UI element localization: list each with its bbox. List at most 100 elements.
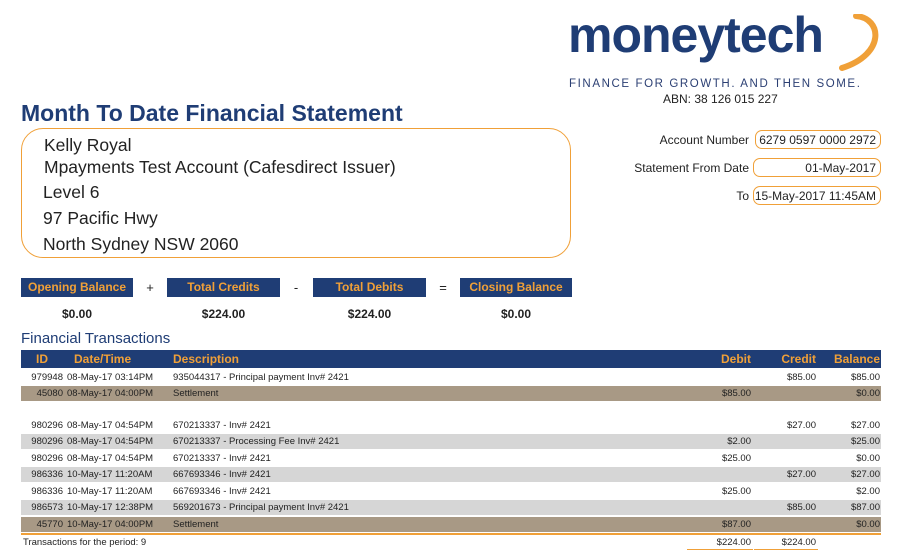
total-debits-label: Total Debits [313, 278, 426, 297]
row-debit: $2.00 [727, 436, 751, 447]
row-balance: $27.00 [850, 469, 880, 480]
row-credit [741, 451, 816, 466]
address-line-1: Level 6 [43, 182, 100, 202]
row-datetime: 08-May-17 04:54PM [67, 453, 154, 464]
debit-total-underline [687, 549, 753, 550]
row-datetime: 08-May-17 03:14PM [67, 372, 154, 383]
row-description: 569201673 - Principal payment Inv# 2421 [173, 502, 349, 513]
row-description: Settlement [173, 519, 219, 530]
table-row: 980296 08-May-17 04:54PM 670213337 - Proce… [21, 434, 881, 449]
row-description: 670213337 - Inv# 2421 [173, 453, 271, 464]
row-datetime: 10-May-17 12:38PM [67, 502, 154, 513]
header-credit: Credit [781, 352, 816, 366]
row-description: 670213337 - Inv# 2421 [173, 420, 271, 431]
closing-balance-label: Closing Balance [460, 278, 572, 297]
customer-name: Kelly Royal [44, 135, 132, 155]
brand-tagline: FINANCE FOR GROWTH. AND THEN SOME. [569, 78, 862, 90]
row-id: 980296 [31, 436, 63, 447]
row-id: 986336 [31, 469, 63, 480]
row-id: 979948 [31, 372, 63, 383]
row-balance: $25.00 [850, 436, 880, 447]
address-line-3: North Sydney NSW 2060 [43, 234, 239, 254]
row-description: 935044317 - Principal payment Inv# 2421 [173, 372, 349, 383]
row-credit: $85.00 [786, 502, 816, 513]
header-debit: Debit [721, 352, 751, 366]
table-header: ID Date/Time Description Debit Credit Ba… [21, 350, 881, 368]
row-balance: $27.00 [850, 420, 880, 431]
row-debit [671, 370, 751, 385]
plus-sign: + [146, 280, 154, 295]
row-datetime: 10-May-17 04:00PM [67, 519, 154, 530]
total-debits-value: $224.00 [347, 307, 392, 321]
row-datetime: 10-May-17 11:20AM [67, 469, 153, 480]
table-row: 986336 10-May-17 11:20AM 667693346 - Inv# … [21, 484, 881, 499]
row-credit [741, 386, 816, 401]
row-balance: $0.00 [856, 453, 880, 464]
credit-total-underline [754, 549, 818, 550]
total-credits-value: $224.00 [201, 307, 246, 321]
minus-sign: - [293, 280, 299, 295]
address-line-2: 97 Pacific Hwy [43, 208, 158, 228]
row-description: 667693346 - Inv# 2421 [173, 469, 271, 480]
row-credit: $27.00 [786, 420, 816, 431]
table-row: 986573 10-May-17 12:38PM 569201673 - Princ… [21, 500, 881, 515]
row-datetime: 08-May-17 04:54PM [67, 436, 154, 447]
row-credit [741, 517, 816, 532]
table-row: 980296 08-May-17 04:54PM 670213337 - Inv# … [21, 451, 881, 466]
statement-from-label: Statement From Date [634, 161, 749, 175]
statement-from-field: 01-May-2017 [753, 158, 881, 177]
account-number-field: 6279 0597 0000 2972 [755, 130, 881, 149]
table-row: 986336 10-May-17 11:20AM 667693346 - Inv# … [21, 467, 881, 482]
row-debit: $87.00 [721, 519, 751, 530]
opening-balance-value: $0.00 [61, 307, 93, 321]
row-debit [671, 467, 751, 482]
account-number-label: Account Number [659, 133, 749, 147]
row-description: 670213337 - Processing Fee Inv# 2421 [173, 436, 340, 447]
row-id: 980296 [31, 453, 63, 464]
row-balance: $0.00 [856, 519, 880, 530]
statement-to-field: 15-May-2017 11:45AM [753, 186, 881, 205]
row-balance: $0.00 [856, 388, 880, 399]
row-id: 45770 [36, 519, 63, 530]
row-id: 980296 [31, 420, 63, 431]
table-bottom-rule [21, 533, 881, 535]
total-credits-label: Total Credits [167, 278, 280, 297]
row-credit [741, 434, 816, 449]
row-id: 986573 [31, 502, 63, 513]
row-description: Settlement [173, 388, 219, 399]
transactions-title: Financial Transactions [21, 330, 171, 347]
closing-balance-value: $0.00 [500, 307, 532, 321]
row-debit: $25.00 [721, 486, 751, 497]
statement-to-label: To [736, 189, 749, 203]
header-balance: Balance [833, 352, 880, 366]
row-credit [741, 484, 816, 499]
header-description: Description [173, 352, 240, 366]
header-id: ID [36, 352, 48, 366]
table-row: 45080 08-May-17 04:00PM Settlement $85.00 $0… [21, 386, 881, 401]
total-credit: $224.00 [781, 537, 816, 548]
table-row: 979948 08-May-17 03:14PM 935044317 - Princ… [21, 370, 881, 385]
row-credit: $85.00 [786, 372, 816, 383]
table-row: 45770 10-May-17 04:00PM Settlement $87.00 $0… [21, 517, 881, 532]
table-row: 980296 08-May-17 04:54PM 670213337 - Inv# … [21, 418, 881, 433]
row-datetime: 08-May-17 04:00PM [67, 388, 154, 399]
abn-number: ABN: 38 126 015 227 [663, 92, 778, 106]
logo-swoosh-icon [839, 14, 879, 71]
row-id: 45080 [36, 388, 63, 399]
row-datetime: 10-May-17 11:20AM [67, 486, 153, 497]
brand-logo: moneytech [568, 7, 824, 63]
equals-sign: = [439, 280, 447, 295]
row-debit [671, 418, 751, 433]
account-name: Mpayments Test Account (Cafesdirect Issu… [44, 157, 396, 177]
row-description: 667693346 - Inv# 2421 [173, 486, 271, 497]
row-datetime: 08-May-17 04:54PM [67, 420, 154, 431]
transaction-count: Transactions for the period: 9 [23, 537, 147, 548]
row-credit: $27.00 [786, 469, 816, 480]
row-debit: $25.00 [721, 453, 751, 464]
total-debit: $224.00 [716, 537, 751, 548]
row-debit: $85.00 [721, 388, 751, 399]
row-balance: $85.00 [850, 372, 880, 383]
row-id: 986336 [31, 486, 63, 497]
header-datetime: Date/Time [74, 352, 132, 366]
page-title: Month To Date Financial Statement [21, 100, 403, 126]
